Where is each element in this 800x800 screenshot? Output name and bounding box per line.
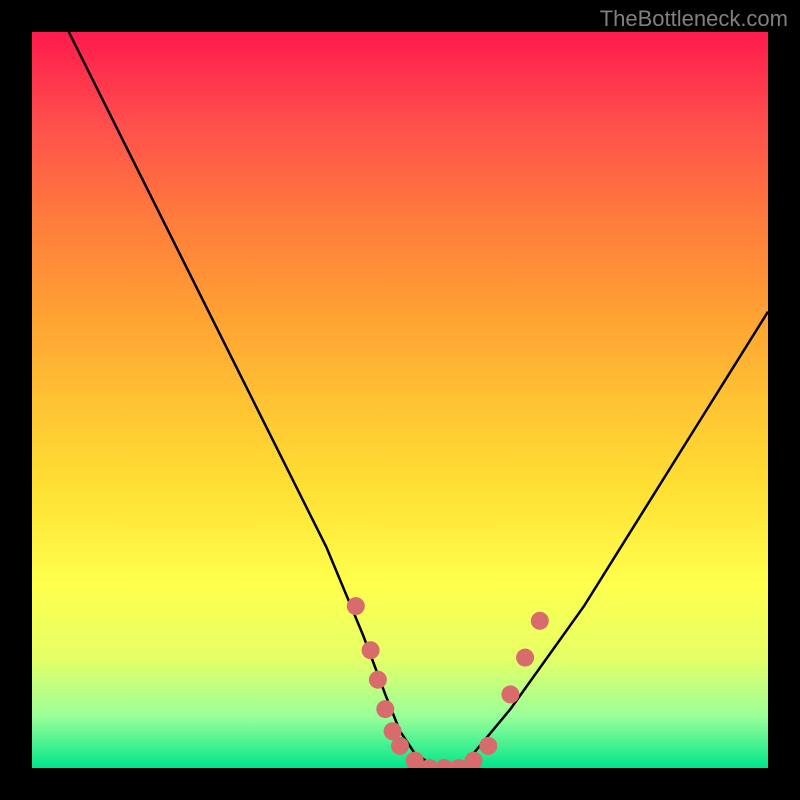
chart-frame bbox=[0, 0, 800, 800]
watermark-text: TheBottleneck.com bbox=[600, 6, 788, 32]
